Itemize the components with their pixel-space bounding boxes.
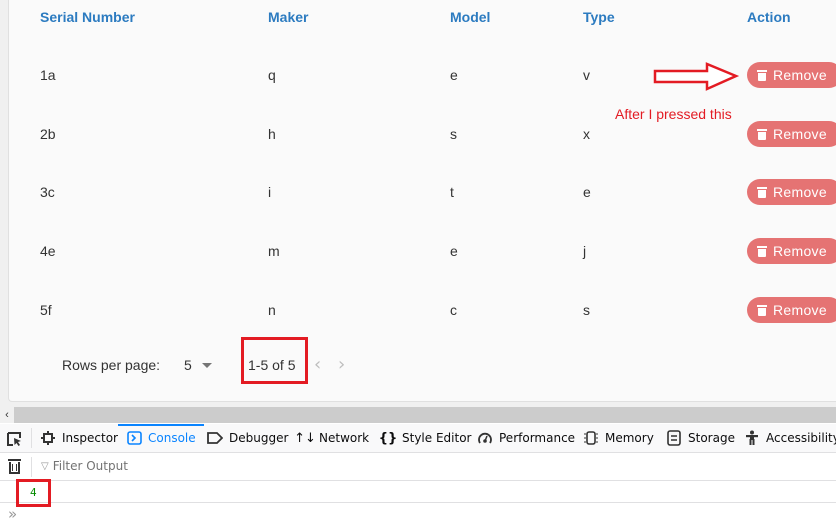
clear-console-trash-icon[interactable] xyxy=(8,459,21,474)
trash-icon xyxy=(757,186,767,198)
trash-icon xyxy=(757,245,767,257)
rows-per-page-select[interactable]: 5 xyxy=(184,357,212,373)
trash-icon xyxy=(757,304,767,316)
cell-maker: i xyxy=(268,184,272,200)
cell-maker: h xyxy=(268,126,276,142)
header-model: Model xyxy=(450,9,491,25)
remove-button[interactable]: Remove xyxy=(747,62,836,88)
cell-type: s xyxy=(583,302,590,318)
remove-button[interactable]: Remove xyxy=(747,297,836,323)
pagination-range: 1-5 of 5 xyxy=(248,357,296,373)
tab-label: Debugger xyxy=(229,431,289,445)
tab-performance[interactable]: Performance xyxy=(477,424,575,452)
trash-icon xyxy=(757,128,767,140)
storage-icon xyxy=(666,430,682,446)
cell-serial: 3c xyxy=(40,184,55,200)
tab-label: Storage xyxy=(688,431,735,445)
cell-serial: 2b xyxy=(40,126,56,142)
debugger-icon xyxy=(207,430,223,446)
tab-label: Style Editor xyxy=(402,431,472,445)
filter-icon: ▽ xyxy=(41,460,49,472)
header-maker: Maker xyxy=(268,9,309,25)
rows-per-page-label: Rows per page: xyxy=(62,357,161,373)
memory-icon xyxy=(583,430,599,446)
cell-type: x xyxy=(583,126,590,142)
cell-model: c xyxy=(450,302,457,318)
cell-serial: 1a xyxy=(40,67,56,83)
cell-model: s xyxy=(450,126,457,142)
tab-debugger[interactable]: Debugger xyxy=(207,424,288,452)
filter-output-input[interactable]: ▽ Filter Output xyxy=(41,459,128,473)
next-page-button[interactable]: › xyxy=(338,354,345,375)
header-action: Action xyxy=(747,9,791,25)
tab-storage[interactable]: Storage xyxy=(666,424,735,452)
toolbar-separator xyxy=(31,428,32,448)
tab-label: Performance xyxy=(499,431,576,445)
accessibility-icon xyxy=(744,430,760,446)
header-type: Type xyxy=(583,9,615,25)
tab-console[interactable]: Console xyxy=(118,424,204,452)
devices-table-card xyxy=(8,0,836,402)
element-picker-icon[interactable] xyxy=(6,431,23,447)
tab-label: Inspector xyxy=(62,431,118,445)
rows-per-page-value: 5 xyxy=(184,357,192,373)
style-editor-icon: {} xyxy=(378,430,398,446)
cell-serial: 4e xyxy=(40,243,56,259)
previous-page-button[interactable]: ‹ xyxy=(314,354,321,375)
trash-icon xyxy=(757,69,767,81)
annotation-arrow-icon xyxy=(653,62,740,91)
cell-model: e xyxy=(450,243,458,259)
annotation-text: After I pressed this xyxy=(615,106,732,122)
console-input-prompt[interactable]: » xyxy=(8,505,17,523)
cell-maker: n xyxy=(268,302,276,318)
toolbar-separator xyxy=(31,457,32,477)
remove-button-label: Remove xyxy=(773,243,827,259)
performance-icon xyxy=(477,430,493,446)
cell-type: e xyxy=(583,184,591,200)
tab-inspector[interactable]: Inspector xyxy=(40,424,118,452)
scroll-left-icon[interactable]: ‹ xyxy=(0,407,14,423)
tab-label: Memory xyxy=(605,431,654,445)
dropdown-caret-icon xyxy=(201,362,212,368)
cell-type: v xyxy=(583,67,590,83)
cell-maker: q xyxy=(268,67,276,83)
cell-type: j xyxy=(583,243,587,259)
filter-placeholder: Filter Output xyxy=(52,459,128,473)
inspector-icon xyxy=(40,430,56,446)
console-log-row xyxy=(0,482,836,503)
remove-button[interactable]: Remove xyxy=(747,238,836,264)
tab-network[interactable]: ↑↓ Network xyxy=(294,424,370,452)
network-icon: ↑↓ xyxy=(294,430,316,446)
remove-button[interactable]: Remove xyxy=(747,179,836,205)
remove-button-label: Remove xyxy=(773,126,827,142)
cell-serial: 5f xyxy=(40,302,52,318)
remove-button-label: Remove xyxy=(773,67,827,83)
header-serial-number: Serial Number xyxy=(40,9,135,25)
cell-model: t xyxy=(450,184,454,200)
remove-button[interactable]: Remove xyxy=(747,121,836,147)
tab-memory[interactable]: Memory xyxy=(583,424,654,452)
tab-label: Console xyxy=(148,431,196,445)
cell-maker: m xyxy=(268,243,280,259)
remove-button-label: Remove xyxy=(773,184,827,200)
console-log-value: 4 xyxy=(30,486,37,499)
horizontal-scrollbar[interactable]: ‹ xyxy=(0,407,836,423)
cell-model: e xyxy=(450,67,458,83)
console-icon xyxy=(126,430,142,446)
remove-button-label: Remove xyxy=(773,302,827,318)
tab-accessibility[interactable]: Accessibility xyxy=(744,424,836,452)
tab-style-editor[interactable]: {} Style Editor xyxy=(378,424,472,452)
tab-label: Accessibility xyxy=(766,431,836,445)
tab-label: Network xyxy=(319,431,370,445)
